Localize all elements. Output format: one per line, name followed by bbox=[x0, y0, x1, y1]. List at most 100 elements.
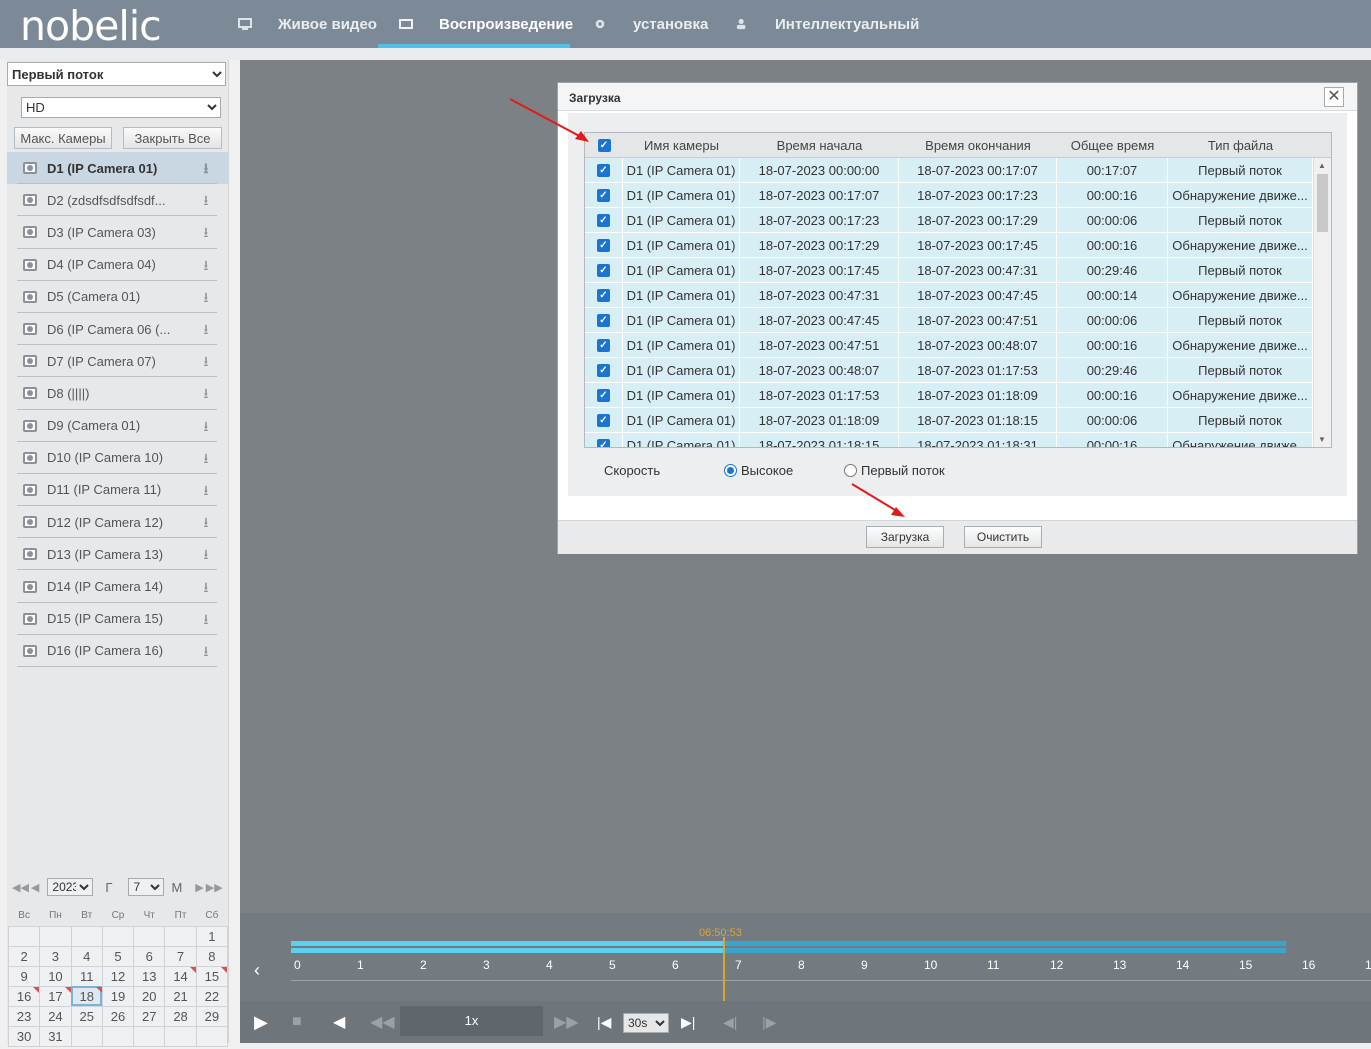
row-checkbox[interactable]: ✓ bbox=[597, 213, 610, 227]
calendar-day[interactable]: 3 bbox=[39, 945, 72, 967]
calendar-day[interactable]: 7 bbox=[164, 945, 197, 967]
row-checkbox[interactable]: ✓ bbox=[597, 388, 610, 402]
camera-item[interactable]: D2 (zdsdfsdfsdfsdf... ⭳ bbox=[7, 184, 229, 217]
next-frame-icon[interactable]: |▶ bbox=[762, 1014, 776, 1031]
radio-first-stream[interactable] bbox=[844, 464, 857, 477]
next-year-icon[interactable]: ▶▶ bbox=[206, 881, 223, 894]
row-checkbox-cell[interactable]: ✓ bbox=[585, 383, 623, 407]
camera-item[interactable]: D1 (IP Camera 01) ⭳ bbox=[7, 152, 229, 185]
speed-option-first-stream[interactable]: Первый поток bbox=[844, 463, 945, 478]
table-row[interactable]: ✓ D1 (IP Camera 01) 18-07-2023 01:18:09 18-… bbox=[585, 408, 1313, 433]
camera-item[interactable]: D10 (IP Camera 10) ⭳ bbox=[7, 442, 229, 475]
download-icon[interactable]: ⭳ bbox=[199, 386, 213, 400]
timeline-track[interactable]: ‹ 06:50:53 01234567891011121314151617 bbox=[240, 913, 1371, 1001]
download-icon[interactable]: ⭳ bbox=[199, 322, 213, 336]
row-checkbox[interactable]: ✓ bbox=[597, 263, 610, 277]
step-back-icon[interactable]: |◀ bbox=[597, 1014, 611, 1031]
table-row[interactable]: ✓ D1 (IP Camera 01) 18-07-2023 01:18:15 18-… bbox=[585, 433, 1313, 447]
fast-forward-icon[interactable]: ▶▶ bbox=[554, 1012, 579, 1032]
nav-intelligent[interactable]: Интеллектуальный bbox=[735, 0, 919, 48]
row-checkbox[interactable]: ✓ bbox=[597, 163, 610, 177]
close-icon[interactable]: ✕ bbox=[1324, 87, 1344, 107]
download-icon[interactable]: ⭳ bbox=[199, 225, 213, 239]
select-all-checkbox[interactable]: ✓ bbox=[597, 139, 611, 152]
calendar-day[interactable]: 14 bbox=[164, 965, 197, 987]
max-cameras-button[interactable]: Макс. Камеры bbox=[14, 127, 112, 149]
download-button[interactable]: Загрузка bbox=[866, 526, 944, 548]
row-checkbox[interactable]: ✓ bbox=[597, 438, 610, 447]
row-checkbox[interactable]: ✓ bbox=[597, 363, 610, 377]
download-icon[interactable]: ⭳ bbox=[199, 644, 213, 658]
calendar-day[interactable]: 21 bbox=[164, 985, 197, 1007]
row-checkbox-cell[interactable]: ✓ bbox=[585, 433, 623, 447]
close-all-button[interactable]: Закрыть Все bbox=[123, 127, 222, 149]
calendar-day[interactable]: 11 bbox=[70, 965, 103, 987]
table-row[interactable]: ✓ D1 (IP Camera 01) 18-07-2023 00:47:31 18-… bbox=[585, 283, 1313, 308]
step-forward-icon[interactable]: ▶| bbox=[681, 1014, 695, 1031]
calendar-day[interactable]: 6 bbox=[133, 945, 166, 967]
nav-playback[interactable]: Воспроизведение bbox=[399, 0, 573, 48]
scroll-up-icon[interactable]: ▲ bbox=[1318, 161, 1326, 170]
download-icon[interactable]: ⭳ bbox=[199, 193, 213, 207]
nav-settings[interactable]: установка bbox=[593, 0, 708, 48]
quality-select[interactable]: HD bbox=[21, 97, 221, 118]
table-row[interactable]: ✓ D1 (IP Camera 01) 18-07-2023 00:47:51 18-… bbox=[585, 333, 1313, 358]
nav-live-video[interactable]: Живое видео bbox=[238, 0, 377, 48]
camera-item[interactable]: D4 (IP Camera 04) ⭳ bbox=[7, 249, 229, 281]
calendar-day[interactable]: 20 bbox=[133, 985, 166, 1007]
calendar-day[interactable]: 30 bbox=[7, 1025, 41, 1047]
stop-icon[interactable]: ■ bbox=[292, 1013, 302, 1031]
row-checkbox-cell[interactable]: ✓ bbox=[585, 308, 623, 332]
table-row[interactable]: ✓ D1 (IP Camera 01) 18-07-2023 00:00:00 18-… bbox=[585, 158, 1313, 183]
calendar-day[interactable]: 10 bbox=[39, 965, 72, 987]
camera-item[interactable]: D14 (IP Camera 14) ⭳ bbox=[7, 570, 229, 603]
row-checkbox[interactable]: ✓ bbox=[597, 188, 610, 202]
row-checkbox-cell[interactable]: ✓ bbox=[585, 158, 623, 182]
camera-item[interactable]: D7 (IP Camera 07) ⭳ bbox=[7, 345, 229, 378]
row-checkbox-cell[interactable]: ✓ bbox=[585, 258, 623, 282]
play-icon[interactable]: ▶ bbox=[254, 1012, 268, 1033]
calendar-day[interactable]: 12 bbox=[101, 965, 135, 987]
camera-item[interactable]: D16 (IP Camera 16) ⭳ bbox=[7, 635, 229, 668]
scrollbar-thumb[interactable] bbox=[1317, 174, 1328, 232]
row-checkbox-cell[interactable]: ✓ bbox=[585, 333, 623, 357]
calendar-day[interactable]: 1 bbox=[195, 925, 229, 947]
table-row[interactable]: ✓ D1 (IP Camera 01) 18-07-2023 00:47:45 18-… bbox=[585, 308, 1313, 333]
download-icon[interactable]: ⭳ bbox=[199, 515, 213, 529]
row-checkbox-cell[interactable]: ✓ bbox=[585, 283, 623, 307]
row-checkbox[interactable]: ✓ bbox=[597, 413, 610, 427]
calendar-day[interactable]: 23 bbox=[7, 1005, 41, 1027]
timeline-cursor[interactable] bbox=[723, 937, 725, 1001]
clear-button[interactable]: Очистить bbox=[964, 526, 1042, 548]
scroll-down-icon[interactable]: ▼ bbox=[1318, 435, 1326, 444]
calendar-day[interactable]: 17 bbox=[39, 985, 72, 1007]
table-scrollbar[interactable]: ▲ ▼ bbox=[1313, 158, 1331, 447]
speed-option-high[interactable]: Высокое bbox=[724, 463, 793, 478]
calendar-day[interactable]: 2 bbox=[7, 945, 41, 967]
calendar-day[interactable]: 26 bbox=[101, 1005, 135, 1027]
table-row[interactable]: ✓ D1 (IP Camera 01) 18-07-2023 01:17:53 18-… bbox=[585, 383, 1313, 408]
camera-item[interactable]: D15 (IP Camera 15) ⭳ bbox=[7, 603, 229, 636]
download-icon[interactable]: ⭳ bbox=[199, 161, 213, 175]
table-row[interactable]: ✓ D1 (IP Camera 01) 18-07-2023 00:17:23 18-… bbox=[585, 208, 1313, 233]
download-icon[interactable]: ⭳ bbox=[199, 451, 213, 465]
row-checkbox-cell[interactable]: ✓ bbox=[585, 183, 623, 207]
calendar-day[interactable]: 5 bbox=[101, 945, 135, 967]
prev-frame-icon[interactable]: ◀| bbox=[723, 1014, 737, 1031]
row-checkbox-cell[interactable]: ✓ bbox=[585, 208, 623, 232]
row-checkbox-cell[interactable]: ✓ bbox=[585, 358, 623, 382]
calendar-day[interactable]: 8 bbox=[195, 945, 229, 967]
calendar-day[interactable]: 4 bbox=[70, 945, 103, 967]
slow-icon[interactable]: ◀ bbox=[333, 1012, 345, 1032]
calendar-day[interactable]: 16 bbox=[7, 985, 41, 1007]
download-icon[interactable]: ⭳ bbox=[199, 580, 213, 594]
table-row[interactable]: ✓ D1 (IP Camera 01) 18-07-2023 00:17:45 18-… bbox=[585, 258, 1313, 283]
row-checkbox[interactable]: ✓ bbox=[597, 238, 610, 252]
download-icon[interactable]: ⭳ bbox=[199, 258, 213, 272]
month-select[interactable]: 7 bbox=[128, 878, 165, 896]
calendar-day[interactable]: 22 bbox=[195, 985, 229, 1007]
calendar-day[interactable]: 27 bbox=[133, 1005, 166, 1027]
download-icon[interactable]: ⭳ bbox=[199, 354, 213, 368]
camera-item[interactable]: D3 (IP Camera 03) ⭳ bbox=[7, 216, 229, 249]
download-icon[interactable]: ⭳ bbox=[199, 419, 213, 433]
